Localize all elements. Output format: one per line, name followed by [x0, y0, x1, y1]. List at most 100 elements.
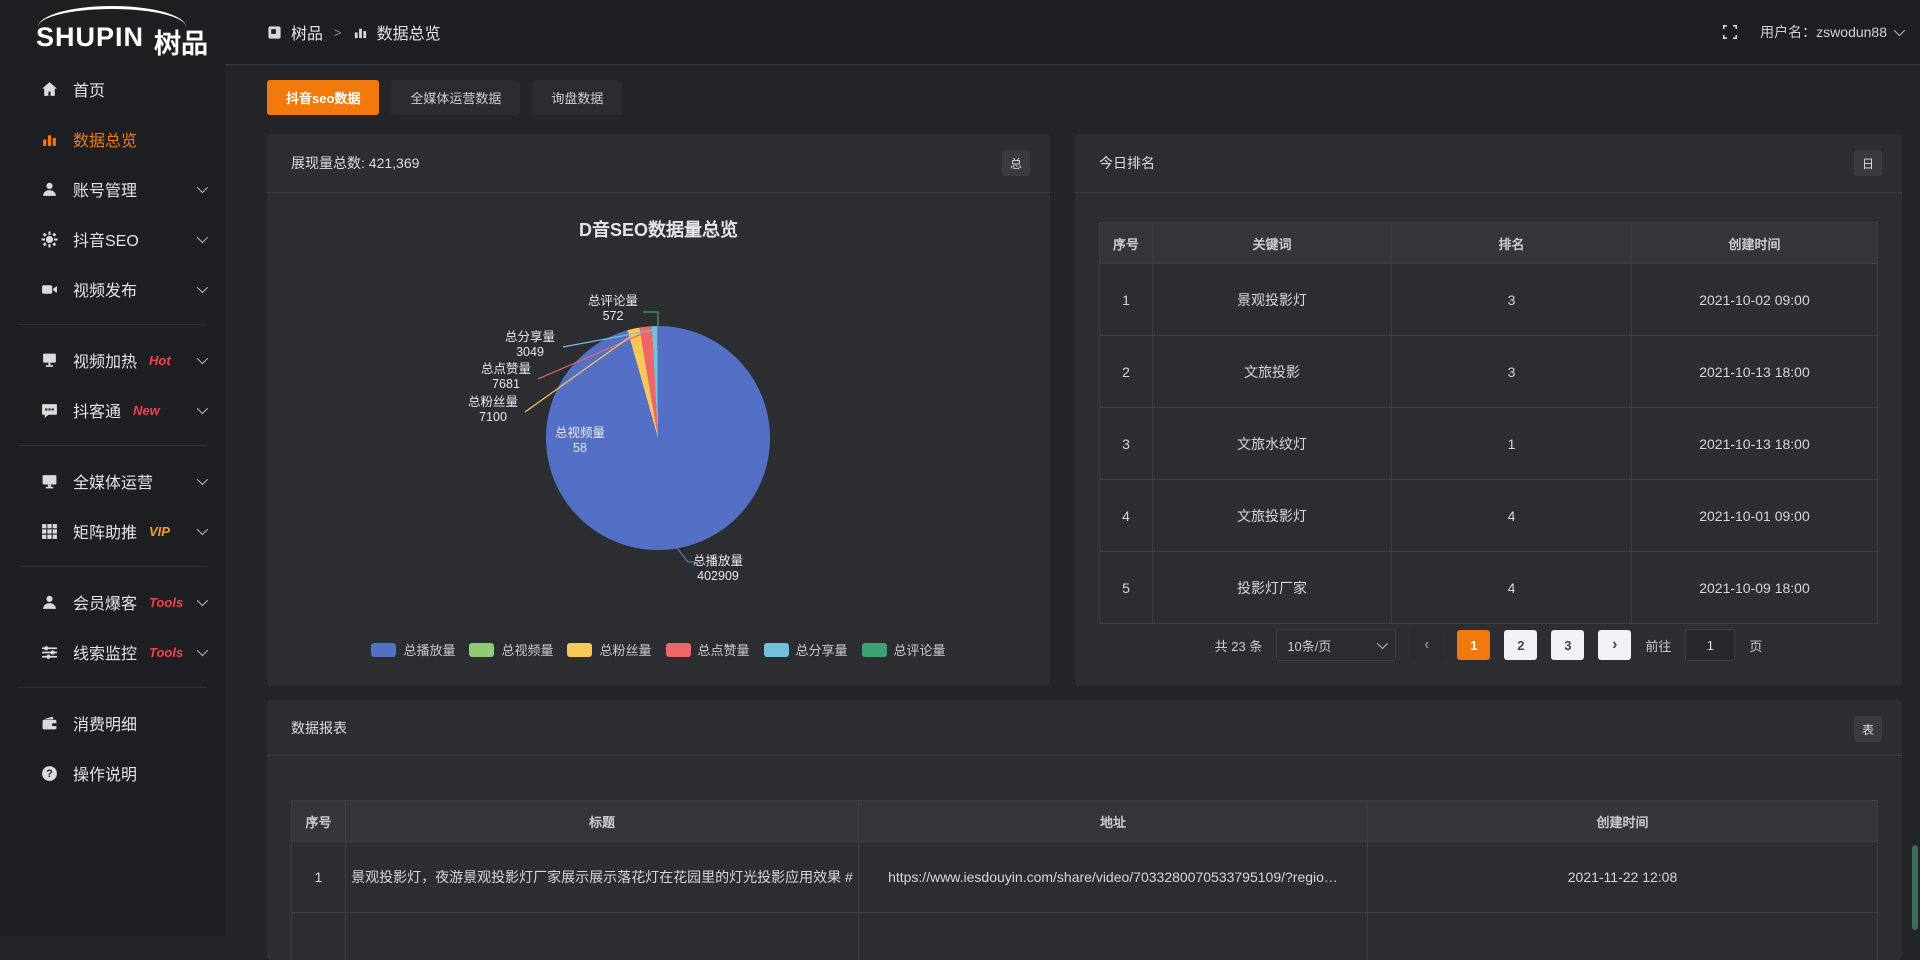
sidebar-item-label: 账号管理	[73, 177, 137, 201]
pie-label-name: 总粉丝量	[455, 395, 531, 410]
pie-legend: 总播放量 总视频量 总粉丝量 总点赞量 总分享量 总评论量	[267, 640, 1050, 659]
chevron-down-icon	[1377, 638, 1388, 649]
total-badge-button[interactable]: 总	[1002, 150, 1030, 176]
cell-title: 景观投影灯，夜游景观投影灯厂家展示展示落花灯在花园里的灯光投影应用效果 #	[346, 842, 859, 913]
page-button-1[interactable]: 1	[1457, 630, 1490, 660]
video-link[interactable]: https://www.iesdouyin.com/share/video/70…	[859, 842, 1368, 913]
column-header: 关键词	[1153, 223, 1392, 264]
sidebar-item-label: 抖客通	[73, 398, 121, 422]
sidebar-item-douyin-seo[interactable]: 抖音SEO	[0, 214, 225, 264]
sidebar-item-account[interactable]: 账号管理	[0, 164, 225, 214]
sliders-icon	[40, 644, 58, 661]
sidebar-item-matrix-boost[interactable]: 矩阵助推 VIP	[0, 506, 225, 556]
sidebar-item-label: 抖音SEO	[73, 227, 139, 251]
legend-swatch	[666, 643, 691, 657]
table-row: 1 景观投影灯 3 2021-10-02 09:00	[1100, 264, 1878, 336]
pie-label-shares: 总分享量 3049	[492, 330, 568, 360]
sidebar-item-doukertong[interactable]: 抖客通 New	[0, 385, 225, 435]
table-row: 1 景观投影灯，夜游景观投影灯厂家展示展示落花灯在花园里的灯光投影应用效果 # …	[292, 842, 1878, 913]
next-page-button[interactable]: ›	[1598, 630, 1631, 660]
sidebar-divider	[18, 324, 207, 325]
pie-label-name: 总视频量	[542, 426, 618, 441]
report-panel-title: 数据报表	[291, 718, 347, 738]
table-row: 2 文旅投影 3 2021-10-13 18:00	[1100, 336, 1878, 408]
legend-item-comments[interactable]: 总评论量	[862, 640, 946, 659]
user-menu[interactable]: 用户名：zswodun88	[1760, 22, 1902, 42]
chevron-down-icon	[197, 353, 208, 364]
screen: SHUPIN 树品 树品 > 数据总览 用户名：zswodun88	[0, 0, 1920, 936]
logo-text-cn: 树品	[154, 22, 208, 61]
legend-item-fans[interactable]: 总粉丝量	[567, 640, 651, 659]
sidebar-item-label: 操作说明	[73, 761, 137, 785]
impressions-total-label: 展现量总数: 421,369	[291, 153, 419, 173]
prev-page-button[interactable]: ‹	[1410, 630, 1443, 660]
pagination: 共 23 条 10条/页 ‹ 1 2 3 › 前往 页	[1075, 629, 1902, 661]
legend-item-plays[interactable]: 总播放量	[371, 640, 455, 659]
fullscreen-icon[interactable]	[1722, 24, 1738, 40]
username-label: 用户名：zswodun88	[1760, 22, 1887, 42]
tab-media-operation-data[interactable]: 全媒体运营数据	[391, 80, 520, 115]
chevron-down-icon	[197, 282, 208, 293]
video-icon	[40, 281, 58, 298]
data-tabs: 抖音seo数据 全媒体运营数据 询盘数据	[267, 80, 622, 115]
breadcrumb-item-home[interactable]: 树品	[291, 20, 323, 44]
tab-douyin-seo-data[interactable]: 抖音seo数据	[267, 80, 379, 115]
sidebar-item-video-publish[interactable]: 视频发布	[0, 264, 225, 314]
chevron-down-icon	[1894, 25, 1905, 36]
cell-created: 2021-10-13 18:00	[1632, 336, 1878, 408]
chevron-down-icon	[197, 232, 208, 243]
day-badge-button[interactable]: 日	[1854, 150, 1882, 176]
tab-inquiry-data[interactable]: 询盘数据	[532, 80, 622, 115]
scrollbar-thumb[interactable]	[1912, 845, 1918, 930]
legend-item-shares[interactable]: 总分享量	[764, 640, 848, 659]
sidebar-item-video-heat[interactable]: 视频加热 Hot	[0, 335, 225, 385]
page-button-2[interactable]: 2	[1504, 630, 1537, 660]
sidebar-item-member-burst[interactable]: 会员爆客 Tools	[0, 577, 225, 627]
column-header: 地址	[859, 801, 1368, 842]
member-icon	[40, 594, 58, 611]
legend-label: 总播放量	[403, 640, 455, 659]
chevron-down-icon	[197, 524, 208, 535]
pie-label-name: 总分享量	[492, 330, 568, 345]
table-badge-button[interactable]: 表	[1854, 716, 1882, 742]
column-header: 创建时间	[1632, 223, 1878, 264]
sidebar-item-label: 矩阵助推	[73, 519, 137, 543]
legend-item-likes[interactable]: 总点赞量	[666, 640, 750, 659]
sidebar-item-media-operation[interactable]: 全媒体运营	[0, 456, 225, 506]
sidebar-item-help[interactable]: ? 操作说明	[0, 748, 225, 798]
wallet-icon	[40, 715, 58, 732]
grid-icon	[40, 523, 58, 540]
breadcrumb-item-current[interactable]: 数据总览	[377, 20, 441, 44]
legend-label: 总视频量	[501, 640, 553, 659]
chat-icon	[40, 402, 58, 419]
sidebar-divider	[18, 687, 207, 688]
chevron-down-icon	[197, 645, 208, 656]
report-panel-header: 数据报表	[267, 700, 1902, 756]
pie-label-value: 3049	[492, 345, 568, 360]
sidebar-divider	[18, 566, 207, 567]
svg-text:?: ?	[46, 768, 52, 780]
sidebar: 首页 数据总览 账号管理 抖音SEO 视频发布 视频加热 Hot	[0, 64, 225, 936]
sidebar-item-clue-monitor[interactable]: 线索监控 Tools	[0, 627, 225, 677]
sidebar-item-data-overview[interactable]: 数据总览	[0, 114, 225, 164]
cell-link	[859, 913, 1368, 960]
sidebar-item-consumption-detail[interactable]: 消费明细	[0, 698, 225, 748]
pagination-total: 共 23 条	[1215, 636, 1263, 655]
cell-index: 5	[1100, 552, 1153, 624]
pie-label-fans: 总粉丝量 7100	[455, 395, 531, 425]
screen-icon	[40, 352, 58, 369]
rank-panel: 今日排名 日 序号 关键词 排名 创建时间 1 景观投影灯	[1075, 134, 1902, 686]
question-icon: ?	[40, 765, 58, 782]
pie-label-value: 58	[542, 441, 618, 456]
pie-label-name: 总点赞量	[468, 362, 544, 377]
pie-label-name: 总评论量	[575, 294, 651, 309]
page-size-select[interactable]: 10条/页	[1276, 629, 1396, 661]
goto-page-input[interactable]	[1685, 629, 1735, 661]
legend-item-videos[interactable]: 总视频量	[469, 640, 553, 659]
sidebar-item-label: 视频加热	[73, 348, 137, 372]
sidebar-item-home[interactable]: 首页	[0, 64, 225, 114]
sidebar-item-label: 首页	[73, 77, 105, 101]
page-button-3[interactable]: 3	[1551, 630, 1584, 660]
pie-label-comments: 总评论量 572	[575, 294, 651, 324]
topbar-divider	[225, 64, 1920, 65]
